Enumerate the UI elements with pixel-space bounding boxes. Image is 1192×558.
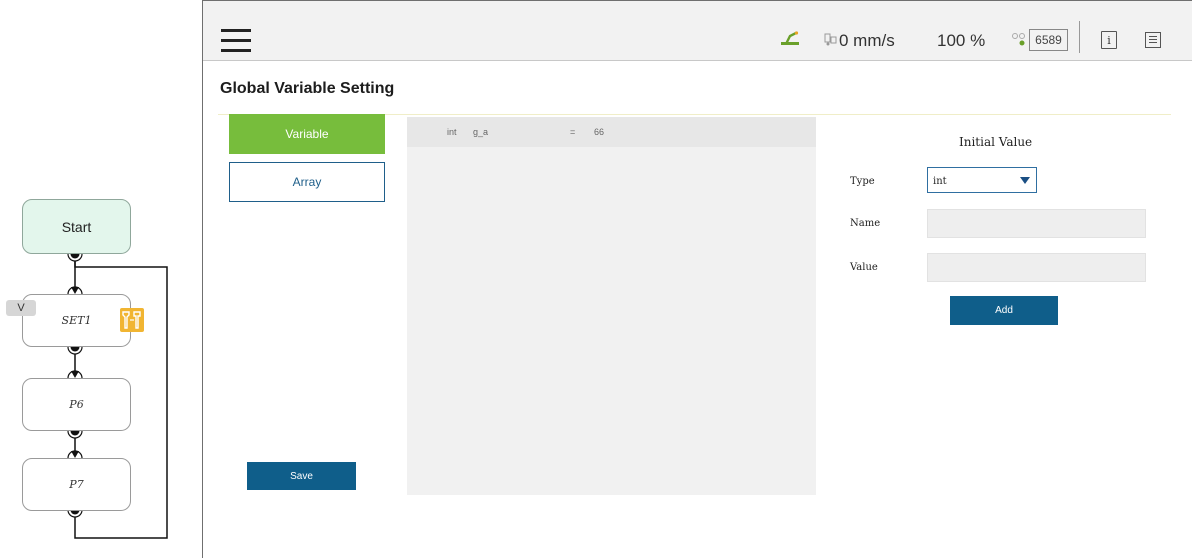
- var-name: g_a: [473, 127, 489, 137]
- network-icon: [1011, 32, 1027, 49]
- var-type: int: [447, 127, 457, 137]
- flow-diagram: Start SET1 P6 P7 V: [0, 0, 200, 558]
- value-label: Value: [850, 262, 878, 273]
- add-button[interactable]: Add: [950, 296, 1058, 325]
- speed-percent[interactable]: 100 %: [937, 31, 985, 51]
- type-select-value: int: [933, 176, 947, 187]
- menu-icon[interactable]: [221, 29, 251, 53]
- top-bar: 0 mm/s 100 % 6589 i: [203, 1, 1192, 61]
- name-label: Name: [850, 218, 881, 229]
- flow-node-start[interactable]: Start: [22, 199, 131, 254]
- type-label: Type: [850, 176, 875, 187]
- info-icon[interactable]: i: [1101, 31, 1117, 49]
- caret-down-icon: [1020, 177, 1030, 184]
- variable-badge: V: [6, 300, 36, 316]
- log-icon[interactable]: [1145, 32, 1161, 48]
- speed-readout: 0 mm/s: [839, 31, 895, 50]
- tool-icon: [120, 308, 144, 332]
- list-item[interactable]: int g_a = 66: [407, 117, 816, 147]
- initial-value-title: Initial Value: [959, 135, 1033, 149]
- flow-node-p7[interactable]: P7: [22, 458, 131, 511]
- flow-node-p6[interactable]: P6: [22, 378, 131, 431]
- save-button[interactable]: Save: [247, 462, 356, 490]
- toolbar-divider: [1079, 21, 1080, 53]
- app-root: Start SET1 P6 P7 V 0 mm/s 100 % 6589 i G…: [0, 0, 1192, 558]
- speed-icon: [824, 32, 838, 49]
- type-select[interactable]: int: [927, 167, 1037, 193]
- robot-arm-icon: [781, 31, 801, 45]
- flow-node-set1[interactable]: SET1: [22, 294, 131, 347]
- value-input[interactable]: [927, 253, 1146, 282]
- var-equals: =: [570, 127, 576, 137]
- array-tab-button[interactable]: Array: [229, 162, 385, 202]
- variable-tab-button[interactable]: Variable: [229, 114, 385, 154]
- project-counter: 6589: [1029, 29, 1068, 51]
- main-panel: 0 mm/s 100 % 6589 i Global Variable Sett…: [202, 0, 1192, 558]
- page-title: Global Variable Setting: [220, 80, 395, 97]
- name-input[interactable]: [927, 209, 1146, 238]
- var-value: 66: [594, 127, 605, 137]
- variable-list: int g_a = 66: [407, 117, 816, 495]
